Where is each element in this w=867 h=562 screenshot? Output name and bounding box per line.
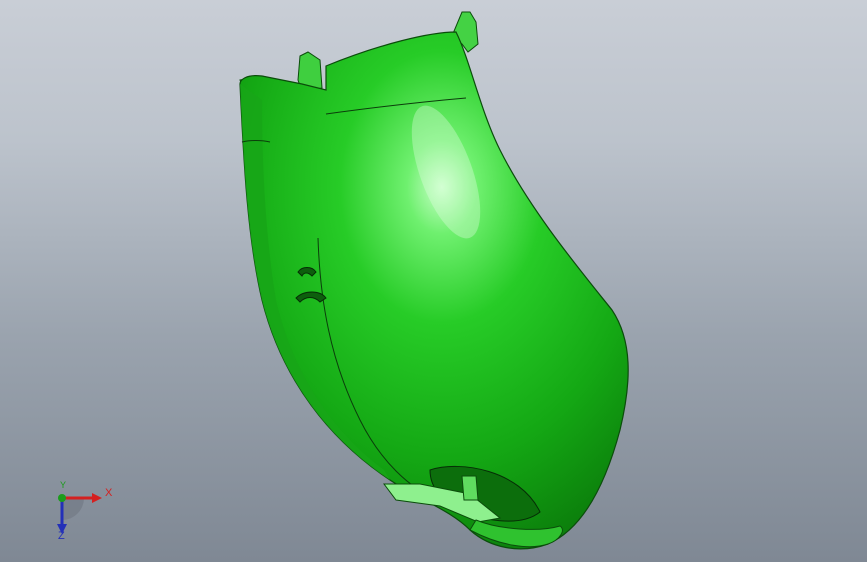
y-axis-label: Y bbox=[60, 480, 67, 490]
x-axis-label: X bbox=[105, 487, 113, 499]
axis-triad: X Y Z bbox=[44, 480, 124, 550]
graphics-viewport[interactable]: X Y Z bbox=[0, 0, 867, 562]
3d-model-part[interactable] bbox=[0, 0, 867, 562]
bottom-tab-post bbox=[461, 475, 479, 501]
z-axis-label: Z bbox=[58, 530, 65, 542]
